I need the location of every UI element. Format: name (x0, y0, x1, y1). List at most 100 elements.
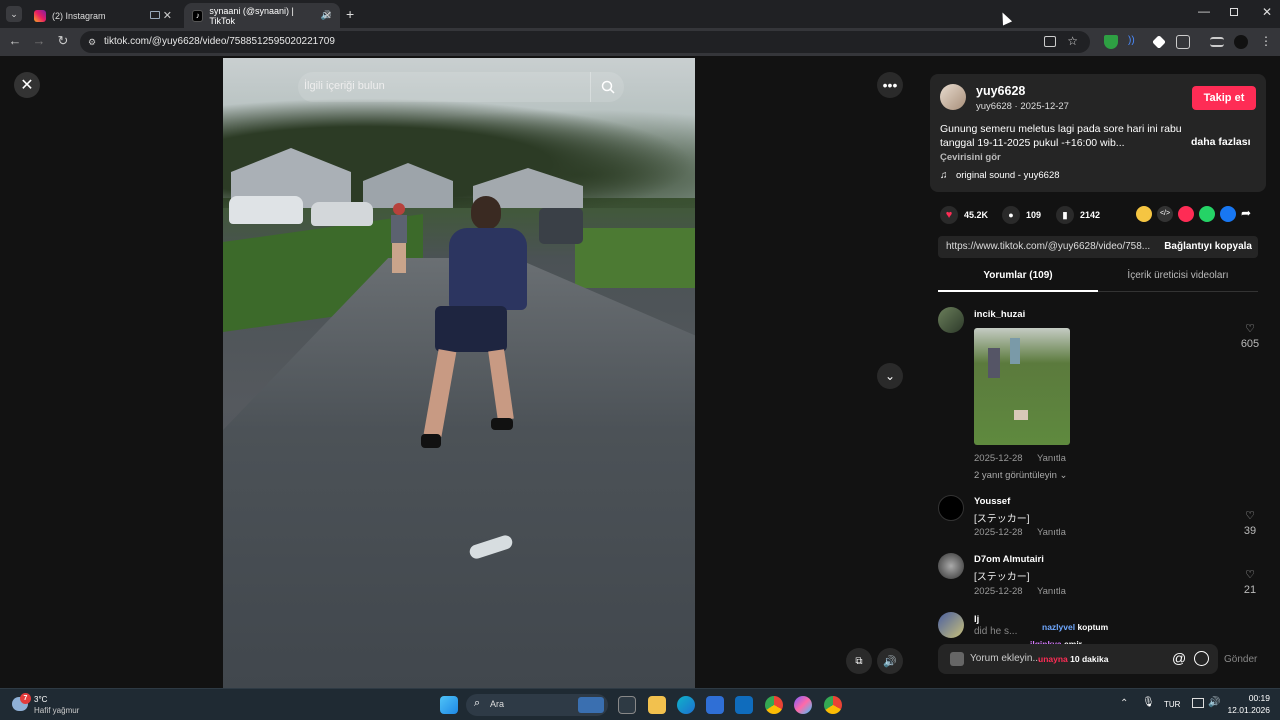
video-player-near (421, 196, 533, 456)
see-translation-link[interactable]: Çevirisini gör (940, 152, 1001, 163)
see-more-link[interactable]: daha fazlası (1191, 136, 1251, 148)
weather-badge: 7 (20, 693, 31, 704)
chrome-profile-icon[interactable] (824, 696, 842, 714)
like-stat[interactable]: ♥ 45.2K (940, 206, 988, 224)
new-tab-button[interactable]: + (346, 6, 354, 22)
video-player[interactable]: İlgili içeriği bulun (223, 58, 695, 688)
back-button[interactable]: ← (6, 33, 24, 48)
more-options-button[interactable]: ••• (877, 72, 903, 98)
menu-kebab-icon[interactable]: ⋮ (1260, 34, 1272, 48)
tab-tiktok[interactable]: ♪ synaani (@synaani) | TikTok 🔊 ✕ (184, 3, 340, 28)
comment-username[interactable]: lj (974, 614, 979, 625)
avatar[interactable] (938, 612, 964, 638)
comment-username[interactable]: D7om Almutairi (974, 554, 1044, 565)
windows-start-icon[interactable] (440, 696, 458, 714)
volume-button[interactable]: 🔊 (877, 648, 903, 674)
reply-link[interactable]: Yanıtla (1037, 527, 1066, 538)
close-window-button[interactable]: ✕ (1262, 5, 1272, 19)
avatar[interactable] (938, 307, 964, 333)
chrome-icon[interactable] (765, 696, 783, 714)
view-replies-link[interactable]: 2 yanıt görüntüleyin ⌄ (974, 470, 1068, 481)
reading-list-icon[interactable] (1210, 37, 1224, 47)
tiktok-icon: ♪ (192, 9, 204, 22)
minimize-button[interactable]: — (1198, 4, 1210, 18)
diamond-extension-icon[interactable] (1152, 35, 1166, 49)
comment-username[interactable]: incik_huzai (974, 309, 1025, 320)
copilot-icon[interactable] (794, 696, 812, 714)
mention-icon[interactable]: @ (1172, 650, 1186, 666)
weather-desc: Hafif yağmur (34, 706, 80, 715)
emoji-icon[interactable] (1194, 651, 1209, 666)
sound-name[interactable]: original sound - yuy6628 (956, 170, 1060, 181)
tab-creator-videos[interactable]: İçerik üreticisi videoları (1098, 270, 1258, 292)
microphone-icon[interactable]: 🎙 (1142, 697, 1155, 708)
follow-button[interactable]: Takip et (1192, 86, 1256, 110)
tab-comments-label: Yorumlar (109) (983, 270, 1053, 281)
send-comment-button[interactable]: Gönder (1224, 654, 1257, 665)
edge-icon[interactable] (677, 696, 695, 714)
embed-code-icon[interactable]: </> (1157, 206, 1173, 222)
save-stat[interactable]: ▮ 2142 (1056, 206, 1100, 224)
comment-username[interactable]: Youssef (974, 496, 1010, 507)
reply-link[interactable]: Yanıtla (1037, 586, 1066, 597)
comment-like[interactable]: ♡ (1238, 568, 1262, 581)
clock-time[interactable]: 00:19 (1240, 693, 1270, 703)
close-video-button[interactable]: ✕ (14, 72, 40, 98)
clock-date[interactable]: 12.01.2026 (1226, 705, 1270, 715)
avatar[interactable] (938, 495, 964, 521)
network-icon[interactable] (1192, 698, 1204, 708)
site-info-icon[interactable]: ⚙ (88, 37, 96, 48)
profile-avatar[interactable] (1234, 35, 1248, 49)
share-arrow-icon[interactable]: ➦ (1241, 206, 1251, 220)
forward-button[interactable]: → (30, 33, 48, 48)
author-username[interactable]: yuy6628 (976, 84, 1025, 98)
facebook-icon[interactable] (1220, 206, 1236, 222)
tab-label: (2) Instagram (52, 10, 106, 21)
comment-stat[interactable]: ● 109 (1002, 206, 1041, 224)
related-search-box[interactable]: İlgili içeriği bulun (298, 72, 624, 102)
share-link-text[interactable]: https://www.tiktok.com/@yuy6628/video/75… (946, 241, 1152, 252)
comment-image[interactable] (974, 328, 1070, 445)
close-icon[interactable]: ✕ (323, 9, 332, 22)
audio-extension-icon[interactable]: )) (1128, 35, 1142, 49)
store-icon[interactable] (706, 696, 724, 714)
comment-text: [ステッカー] (974, 514, 1030, 525)
bookmark-icon: ▮ (1056, 206, 1074, 224)
whatsapp-icon[interactable] (1199, 206, 1215, 222)
file-explorer-icon[interactable] (648, 696, 666, 714)
chat-line: nazlyvel koptum (1042, 622, 1108, 632)
extensions-puzzle-icon[interactable] (1176, 35, 1190, 49)
send-to-friends-icon[interactable] (1178, 206, 1194, 222)
author-avatar[interactable] (940, 84, 966, 110)
reply-link[interactable]: Yanıtla (1037, 453, 1066, 464)
tab-comments[interactable]: Yorumlar (109) (938, 270, 1098, 292)
bookmark-star-icon[interactable]: ☆ (1067, 34, 1078, 48)
volume-icon[interactable]: 🔊 (1208, 697, 1220, 708)
close-icon[interactable]: ✕ (163, 9, 172, 22)
comment-like[interactable]: ♡ (1238, 322, 1262, 335)
restore-button[interactable] (1230, 8, 1238, 16)
install-app-icon[interactable] (1044, 36, 1056, 47)
comment-input[interactable]: Yorum ekleyin... unayna 10 dakika @ (938, 644, 1218, 674)
comment-like[interactable]: ♡ (1238, 509, 1262, 522)
search-icon[interactable] (590, 72, 624, 102)
tab-instagram[interactable]: (2) Instagram ✕ (26, 3, 180, 28)
next-video-button[interactable]: ⌄ (877, 363, 903, 389)
reload-button[interactable]: ↻ (54, 33, 72, 49)
task-view-icon[interactable] (618, 696, 636, 714)
chat-line: unayna 10 dakika (1038, 654, 1108, 664)
tab-list-button[interactable]: ⌄ (6, 6, 22, 22)
emoji-share-icon[interactable] (1136, 206, 1152, 222)
video-caption: Gunung semeru meletus lagi pada sore har… (940, 123, 1182, 149)
picture-in-picture-button[interactable]: ⧉ (846, 648, 872, 674)
taskbar-search[interactable]: ⌕ Ara (466, 694, 608, 716)
avatar[interactable] (938, 553, 964, 579)
url-bar[interactable]: ⚙ tiktok.com/@yuy6628/video/758851259502… (80, 31, 1090, 53)
show-hidden-icons[interactable]: ⌃ (1120, 698, 1128, 709)
weather-widget[interactable]: 7 3°C Hafif yağmur (10, 693, 120, 717)
search-placeholder: İlgili içeriği bulun (304, 80, 385, 92)
language-indicator[interactable]: TUR (1164, 700, 1180, 709)
shield-extension-icon[interactable] (1104, 35, 1118, 49)
outlook-icon[interactable] (735, 696, 753, 714)
copy-link-button[interactable]: Bağlantıyı kopyala (1164, 241, 1252, 252)
